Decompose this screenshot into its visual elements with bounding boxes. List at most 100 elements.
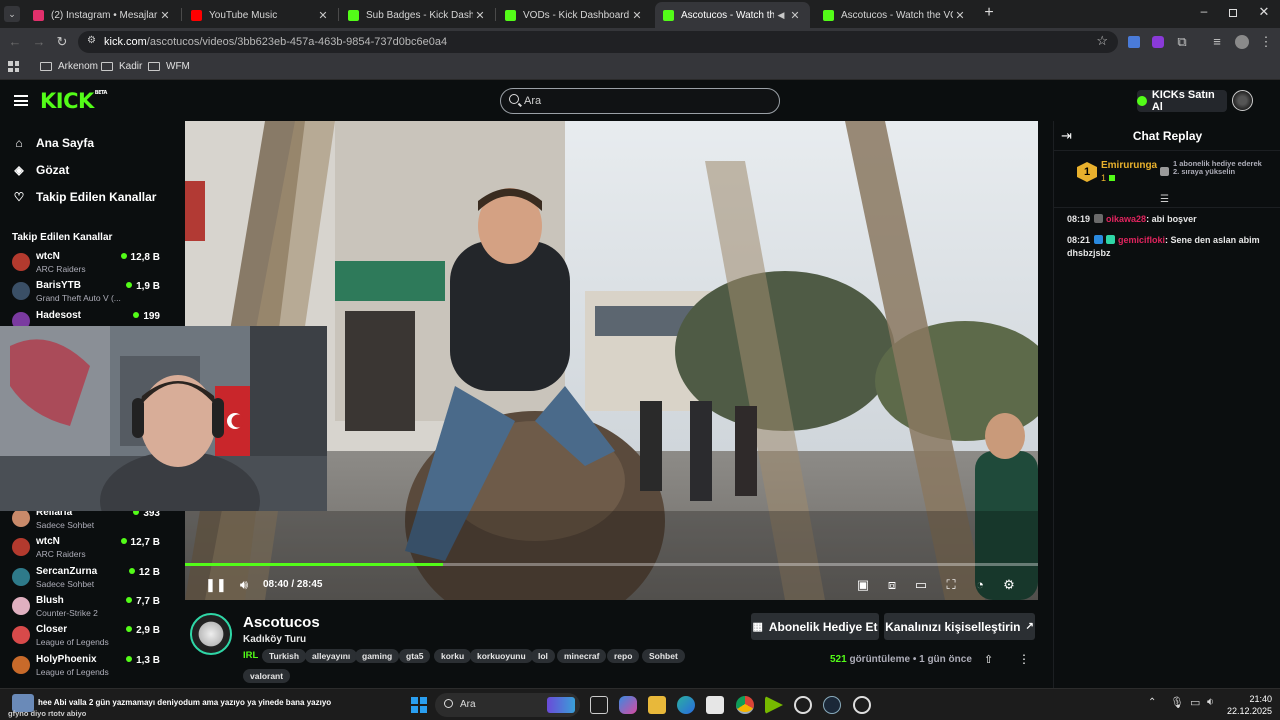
sidebar-channel[interactable]: SercanZurna Sadece Sohbet 12 B (10, 564, 160, 592)
browser-menu-icon[interactable]: ⋮ (1257, 33, 1275, 51)
nvidia-icon[interactable] (765, 696, 783, 714)
more-options-icon[interactable]: ⋮ (1018, 652, 1030, 666)
browser-tab[interactable]: Ascotucos - Watch the VOD on✕ (815, 2, 975, 28)
tab-search-button[interactable]: ⌄ (4, 6, 20, 22)
playback-speed-icon[interactable]: ◔ (972, 577, 988, 593)
tab-close-icon[interactable]: ✕ (473, 9, 487, 22)
browser-tab[interactable]: VODs - Kick Dashboard ✕ (497, 2, 652, 28)
user-avatar[interactable] (1232, 90, 1253, 111)
tab-close-icon[interactable]: ✕ (788, 9, 802, 22)
tag-chip[interactable]: Turkish (262, 649, 307, 663)
miniplayer-icon[interactable]: ▣ (855, 577, 871, 593)
nav-following[interactable]: ♡ Takip Edilen Kanallar (12, 190, 157, 204)
apps-grid-icon[interactable] (8, 61, 19, 72)
tag-chip[interactable]: repo (607, 649, 640, 663)
tag-chip[interactable]: gaming (355, 649, 400, 663)
close-window-button[interactable]: ✕ (1257, 5, 1271, 19)
pause-icon[interactable]: ❚❚ (205, 577, 227, 593)
site-info-icon[interactable]: ⚙ (87, 35, 96, 46)
browser-tab[interactable]: Ascotucos - Watch the VOD◀︎✕ (655, 2, 810, 28)
category-link[interactable]: IRL (243, 650, 258, 661)
forward-icon[interactable]: → (30, 33, 48, 51)
microphone-icon[interactable]: 🎙︎ (1170, 696, 1184, 709)
new-tab-button[interactable]: + (981, 5, 997, 21)
sidebar-channel[interactable]: BarisYTB Grand Theft Auto V (... 1,9 B (10, 278, 160, 306)
sidebar-channel[interactable]: Blush Counter-Strike 2 7,7 B (10, 593, 160, 621)
buy-kicks-button[interactable]: KICKs Satın Al (1137, 89, 1227, 113)
notification-preview[interactable]: hee Abi valla 2 gün yazmamayı deniyodum … (4, 692, 334, 718)
tab-close-icon[interactable]: ✕ (316, 9, 330, 22)
fullscreen-icon[interactable]: ⛶ (943, 577, 959, 593)
sidebar-channel[interactable]: wtcN ARC Raiders 12,8 B (10, 249, 160, 277)
kick-logo[interactable]: KICKBETA (40, 89, 107, 113)
bookmark-star-icon[interactable]: ☆ (1096, 33, 1108, 49)
tag-chip[interactable]: minecraf (557, 649, 607, 663)
settings-gear-icon[interactable]: ⚙ (1001, 577, 1017, 593)
nav-browse[interactable]: ◈ Gözat (12, 163, 69, 177)
tag-chip[interactable]: Sohbet (642, 649, 685, 663)
customize-channel-button[interactable]: Kanalınızı kişiselleştirin ↗ (884, 613, 1035, 640)
tag-chip[interactable]: gta5 (399, 649, 431, 663)
network-icon[interactable]: ▭ (1190, 696, 1200, 709)
tag-chip[interactable]: korku (434, 649, 472, 663)
leaderboard-toggle-icon[interactable]: ☰ (1160, 194, 1169, 205)
tab-audio-icon[interactable]: ◀︎ (774, 10, 788, 21)
windows-start-icon[interactable] (411, 697, 427, 713)
tag-chip[interactable]: korkuoyunu (470, 649, 533, 663)
browser-tab[interactable]: YouTube Music ✕ (183, 2, 338, 28)
volume-icon[interactable]: 🔊︎ (236, 577, 252, 593)
channel-avatar (12, 626, 30, 645)
channel-name[interactable]: Ascotucos (243, 614, 320, 631)
steam-icon[interactable] (823, 696, 841, 714)
browser-tab[interactable]: (2) Instagram • Mesajlar ✕ (25, 2, 180, 28)
reload-icon[interactable]: ↻ (53, 33, 71, 51)
file-explorer-icon[interactable] (648, 696, 666, 714)
translate-extension-icon[interactable] (1125, 33, 1143, 51)
sidebar-channel[interactable]: HolyPhoenix League of Legends 1,3 B (10, 652, 160, 680)
minimize-button[interactable]: – (1198, 5, 1210, 18)
taskbar-search[interactable]: Ara (435, 693, 580, 717)
sidebar-channel[interactable]: Closer League of Legends 2,9 B (10, 622, 160, 650)
sidebar-channel[interactable]: wtcN ARC Raiders 12,7 B (10, 534, 160, 562)
extension-icon[interactable] (1149, 33, 1167, 51)
chat-username[interactable]: oikawa28 (1106, 214, 1146, 224)
chat-username[interactable]: gemicifloki (1118, 235, 1165, 245)
gift-subscription-button[interactable]: ▦ Abonelik Hediye Et (751, 613, 879, 640)
hamburger-menu-icon[interactable] (14, 95, 28, 106)
address-bar[interactable]: ⚙ kick.com/ascotucos/videos/3bb623eb-457… (78, 31, 1118, 53)
share-icon[interactable]: ⇧ (984, 653, 993, 666)
restore-button[interactable] (1229, 9, 1237, 17)
bookmark-kadir[interactable]: Kadir (101, 61, 142, 72)
system-clock[interactable]: 21:40 22.12.2025 (1222, 693, 1272, 717)
speaker-icon[interactable]: 🔉︎ (1207, 696, 1214, 709)
discord-icon[interactable] (853, 696, 871, 714)
tag-chip[interactable]: lol (531, 649, 555, 663)
channel-avatar[interactable] (190, 613, 232, 655)
app-icon[interactable] (794, 696, 812, 714)
video-stats: 521 görüntüleme • 1 gün önce (830, 654, 972, 665)
nav-home[interactable]: ⌂ Ana Sayfa (12, 136, 94, 150)
store-icon[interactable] (706, 696, 724, 714)
media-control-icon[interactable]: ≡ (1208, 33, 1226, 51)
back-icon[interactable]: ← (6, 33, 24, 51)
browser-tab[interactable]: Sub Badges - Kick Dashboard✕ (340, 2, 495, 28)
chrome-icon[interactable] (736, 696, 754, 714)
gift-leaderboard[interactable]: 1 Emirurunga 1 1 abonelik hediye ederek … (1074, 159, 1274, 189)
clip-icon[interactable]: ⧈ (884, 577, 900, 593)
edge-icon[interactable] (677, 696, 695, 714)
seek-bar[interactable] (185, 563, 1038, 566)
tag-chip[interactable]: valorant (243, 669, 291, 683)
profile-avatar[interactable] (1233, 33, 1251, 51)
search-input[interactable]: Ara (500, 88, 780, 114)
copilot-icon[interactable] (619, 696, 637, 714)
bookmark-wfm[interactable]: WFM (148, 61, 190, 72)
tag-chip[interactable]: alleyayını (305, 649, 358, 663)
tab-close-icon[interactable]: ✕ (158, 9, 172, 22)
show-hidden-icons[interactable]: ⌃ (1148, 697, 1156, 708)
theater-mode-icon[interactable]: ▭ (913, 577, 929, 593)
task-view-icon[interactable] (590, 696, 608, 714)
bookmark-arkenom[interactable]: Arkenom (40, 61, 98, 72)
tab-close-icon[interactable]: ✕ (630, 9, 644, 22)
extensions-puzzle-icon[interactable]: ⧉ (1173, 33, 1191, 51)
tab-close-icon[interactable]: ✕ (953, 9, 967, 22)
